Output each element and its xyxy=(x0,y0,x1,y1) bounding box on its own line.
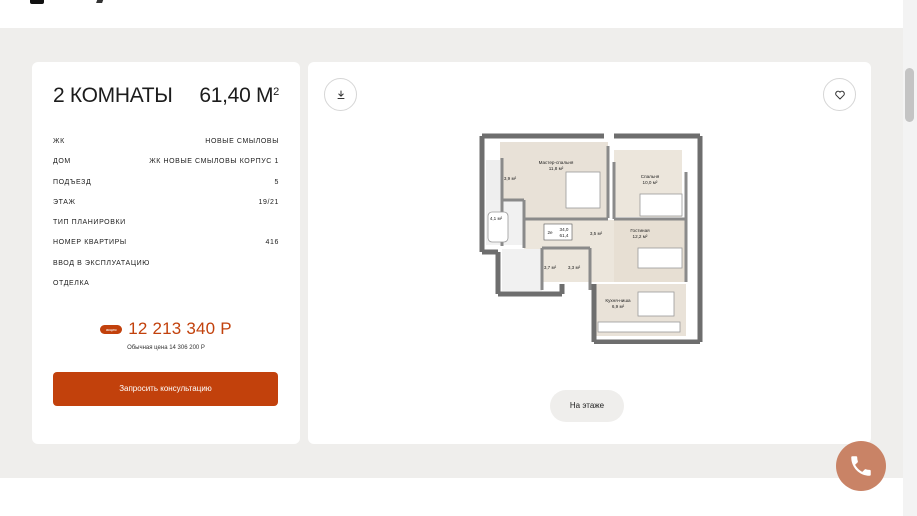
logo-slash xyxy=(96,0,104,3)
plan-tag-area: 34,0 xyxy=(560,227,569,232)
room-area: 10,0 м² xyxy=(643,180,658,185)
floorplan-card: Мастер-спальня 11,8 м² Спальня 10,0 м² 3… xyxy=(308,62,871,444)
phone-icon xyxy=(851,456,871,476)
spec-row: ЖК НОВЫЕ СМЫЛОВЫ xyxy=(53,136,279,156)
sofa xyxy=(637,247,683,269)
call-button[interactable] xyxy=(836,441,886,491)
bed-bedroom xyxy=(639,193,683,217)
room-area: 4,1 м² xyxy=(490,216,503,221)
old-price: Обычная цена 14 306 200 Р xyxy=(127,345,205,351)
spec-label: ЖК xyxy=(53,138,65,145)
download-button[interactable] xyxy=(324,78,357,111)
apartment-info-card: 2 КОМНАТЫ 61,40 М2 ЖК НОВЫЕ СМЫЛОВЫ ДОМ ЖК… xyxy=(32,62,300,444)
title-row: 2 КОМНАТЫ 61,40 М2 xyxy=(53,84,279,108)
spec-value: ЖК НОВЫЕ СМЫЛОВЫ КОРПУС 1 xyxy=(149,158,279,166)
next-section xyxy=(0,478,903,516)
scrollbar-thumb[interactable] xyxy=(905,68,914,122)
spec-row: ЭТАЖ 19/21 xyxy=(53,197,279,217)
spec-value: 19/21 xyxy=(258,198,279,206)
spec-label: ТИП ПЛАНИРОВКИ xyxy=(53,219,126,227)
floorplan-image[interactable]: Мастер-спальня 11,8 м² Спальня 10,0 м² 3… xyxy=(478,132,704,344)
spec-label: ПОДЪЕЗД xyxy=(53,178,92,186)
room-name: Мастер-спальня xyxy=(539,160,574,165)
specs-list: ЖК НОВЫЕ СМЫЛОВЫ ДОМ ЖК НОВЫЕ СМЫЛОВЫ КОРП… xyxy=(53,136,279,298)
spec-row: ВВОД В ЭКСПЛУАТАЦИЮ xyxy=(53,258,279,278)
download-icon xyxy=(337,90,344,99)
room-area: 11,8 м² xyxy=(549,166,564,171)
spec-label: ВВОД В ЭКСПЛУАТАЦИЮ xyxy=(53,259,150,267)
room-area: 3,5 м² xyxy=(590,231,603,236)
spec-row: ПОДЪЕЗД 5 xyxy=(53,177,279,197)
spec-value: 416 xyxy=(265,239,279,247)
room-left-bath xyxy=(486,160,502,200)
plan-tag-rooms: 2е xyxy=(547,230,553,235)
spec-row: НОМЕР КВАРТИРЫ 416 xyxy=(53,237,279,257)
apartment-area: 61,40 М2 xyxy=(199,84,279,108)
room-area: 3,7 м² xyxy=(544,265,557,270)
room-area: 12,2 м² xyxy=(633,234,648,239)
price-row: акция 12 213 340 Р xyxy=(32,319,300,339)
room-area: 3,9 м² xyxy=(504,176,517,181)
favorite-button[interactable] xyxy=(823,78,856,111)
on-floor-button[interactable]: На этаже xyxy=(550,390,624,422)
area-unit: 2 xyxy=(273,86,279,98)
room-name: Кухня-ниша xyxy=(605,298,631,303)
top-header xyxy=(0,0,903,28)
spec-label: ЭТАЖ xyxy=(53,198,76,206)
room-name: Гостиная xyxy=(630,228,650,233)
bed-master xyxy=(565,171,601,209)
spec-row: ТИП ПЛАНИРОВКИ xyxy=(53,217,279,237)
room-wc xyxy=(502,249,542,291)
room-area: 3,3 м² xyxy=(568,265,581,270)
logo-mark[interactable] xyxy=(30,0,44,4)
spec-row: ОТДЕЛКА xyxy=(53,278,279,298)
rooms-count: 2 КОМНАТЫ xyxy=(53,84,173,107)
spec-label: ОТДЕЛКА xyxy=(53,280,90,288)
spec-row: ДОМ ЖК НОВЫЕ СМЫЛОВЫ КОРПУС 1 xyxy=(53,156,279,176)
room-area: 6,9 м² xyxy=(612,304,625,309)
price: 12 213 340 Р xyxy=(128,319,232,338)
request-consultation-button[interactable]: Запросить консультацию xyxy=(53,372,278,406)
spec-value: НОВЫЕ СМЫЛОВЫ xyxy=(205,138,279,145)
plan-tag-total: 61,4 xyxy=(560,233,569,238)
spec-label: НОМЕР КВАРТИРЫ xyxy=(53,239,127,247)
area-value: 61,40 М xyxy=(199,84,274,107)
kitchen-counter xyxy=(597,321,681,333)
dining-table xyxy=(637,291,675,317)
room-name: Спальня xyxy=(641,174,660,179)
heart-icon xyxy=(834,90,845,99)
promo-badge: акция xyxy=(100,324,123,334)
spec-label: ДОМ xyxy=(53,158,71,166)
spec-value: 5 xyxy=(274,178,279,186)
